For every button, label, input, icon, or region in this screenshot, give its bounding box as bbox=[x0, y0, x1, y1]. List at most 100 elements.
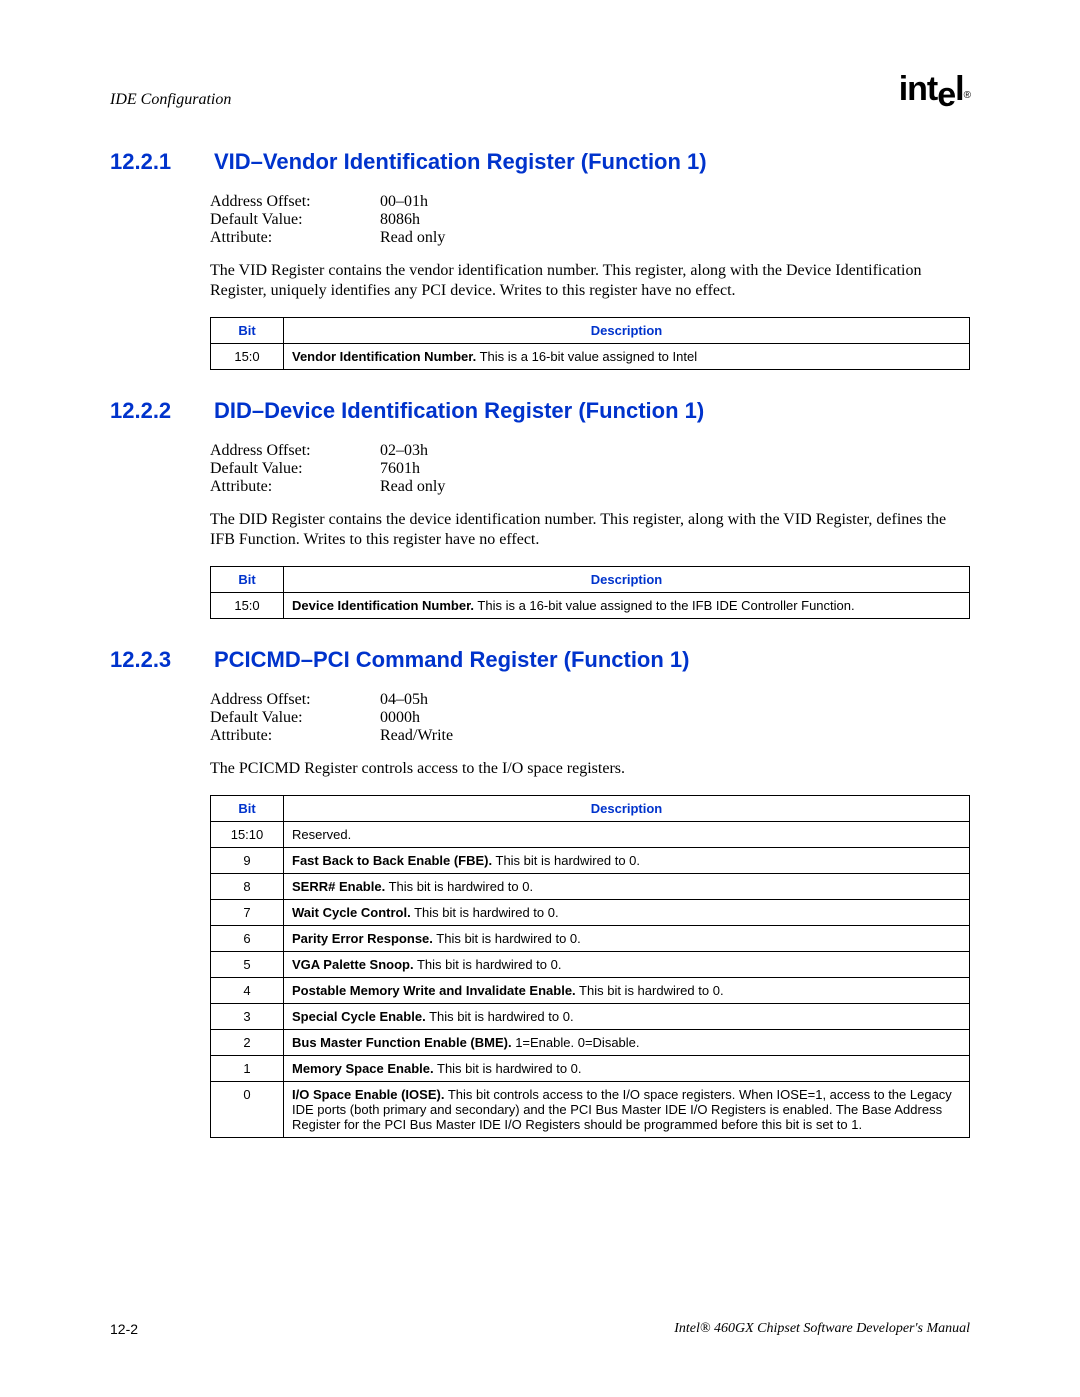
desc-rest: This is a 16-bit value assigned to the I… bbox=[474, 598, 855, 613]
desc-rest: This bit is hardwired to 0. bbox=[385, 879, 533, 894]
desc-rest: This bit is hardwired to 0. bbox=[434, 1061, 582, 1076]
kv-key: Address Offset: bbox=[210, 691, 380, 709]
desc-bold: Postable Memory Write and Invalidate Ena… bbox=[292, 983, 576, 998]
kv-row: Address Offset:04–05h bbox=[210, 691, 970, 709]
desc-bold: Device Identification Number. bbox=[292, 598, 474, 613]
kv-key: Default Value: bbox=[210, 211, 380, 229]
kv-val: 02–03h bbox=[380, 442, 428, 460]
col-bit: Bit bbox=[211, 796, 284, 822]
table-row: 15:10 Reserved. bbox=[211, 822, 970, 848]
kv-val: Read only bbox=[380, 478, 445, 496]
desc-bold: I/O Space Enable (IOSE). bbox=[292, 1087, 444, 1102]
header-title: IDE Configuration bbox=[110, 91, 231, 109]
table-header-row: Bit Description bbox=[211, 796, 970, 822]
desc-bold: Special Cycle Enable. bbox=[292, 1009, 426, 1024]
col-desc: Description bbox=[284, 567, 970, 593]
heading-title: PCICMD–PCI Command Register (Function 1) bbox=[214, 647, 689, 673]
desc-rest: This bit is hardwired to 0. bbox=[433, 931, 581, 946]
table-row: 7Wait Cycle Control. This bit is hardwir… bbox=[211, 900, 970, 926]
desc-rest: This is a 16-bit value assigned to Intel bbox=[476, 349, 697, 364]
kv-val: 8086h bbox=[380, 211, 420, 229]
section-12-2-2: 12.2.2 DID–Device Identification Registe… bbox=[110, 398, 970, 619]
desc-bold: Wait Cycle Control. bbox=[292, 905, 411, 920]
cell-desc: Fast Back to Back Enable (FBE). This bit… bbox=[284, 848, 970, 874]
heading-number: 12.2.2 bbox=[110, 398, 190, 424]
cell-desc: Special Cycle Enable. This bit is hardwi… bbox=[284, 1004, 970, 1030]
desc-bold: Memory Space Enable. bbox=[292, 1061, 434, 1076]
page-header: IDE Configuration intel® bbox=[110, 70, 970, 109]
cell-desc: SERR# Enable. This bit is hardwired to 0… bbox=[284, 874, 970, 900]
cell-bit: 9 bbox=[211, 848, 284, 874]
kv-key: Default Value: bbox=[210, 709, 380, 727]
table-row: 15:0 Vendor Identification Number. This … bbox=[211, 344, 970, 370]
cell-desc: Bus Master Function Enable (BME). 1=Enab… bbox=[284, 1030, 970, 1056]
paragraph: The DID Register contains the device ide… bbox=[210, 510, 970, 550]
desc-rest: This bit is hardwired to 0. bbox=[492, 853, 640, 868]
desc-rest: Reserved. bbox=[292, 827, 351, 842]
cell-bit: 3 bbox=[211, 1004, 284, 1030]
desc-rest: This bit is hardwired to 0. bbox=[414, 957, 562, 972]
desc-bold: Bus Master Function Enable (BME). bbox=[292, 1035, 512, 1050]
desc-bold: VGA Palette Snoop. bbox=[292, 957, 414, 972]
cell-desc: Wait Cycle Control. This bit is hardwire… bbox=[284, 900, 970, 926]
col-bit: Bit bbox=[211, 318, 284, 344]
page: IDE Configuration intel® 12.2.1 VID–Vend… bbox=[0, 0, 1080, 1397]
col-desc: Description bbox=[284, 796, 970, 822]
table-row: 1Memory Space Enable. This bit is hardwi… bbox=[211, 1056, 970, 1082]
cell-desc: Postable Memory Write and Invalidate Ena… bbox=[284, 978, 970, 1004]
desc-rest: This bit is hardwired to 0. bbox=[411, 905, 559, 920]
desc-rest: 1=Enable. 0=Disable. bbox=[512, 1035, 640, 1050]
intel-logo: intel® bbox=[899, 70, 970, 109]
kv-key: Address Offset: bbox=[210, 442, 380, 460]
heading-12-2-3: 12.2.3 PCICMD–PCI Command Register (Func… bbox=[110, 647, 970, 673]
cell-desc: I/O Space Enable (IOSE). This bit contro… bbox=[284, 1082, 970, 1138]
kv-key: Default Value: bbox=[210, 460, 380, 478]
cell-desc: Memory Space Enable. This bit is hardwir… bbox=[284, 1056, 970, 1082]
heading-12-2-2: 12.2.2 DID–Device Identification Registe… bbox=[110, 398, 970, 424]
content: 12.2.1 VID–Vendor Identification Registe… bbox=[110, 149, 970, 1138]
manual-title: Intel® 460GX Chipset Software Developer'… bbox=[674, 1321, 970, 1337]
kv-val: 0000h bbox=[380, 709, 420, 727]
cell-bit: 4 bbox=[211, 978, 284, 1004]
cell-bit: 2 bbox=[211, 1030, 284, 1056]
table-row: 4 Postable Memory Write and Invalidate En… bbox=[211, 978, 970, 1004]
kv-val: 7601h bbox=[380, 460, 420, 478]
kv-row: Address Offset:00–01h bbox=[210, 193, 970, 211]
kv-key: Attribute: bbox=[210, 229, 380, 247]
heading-12-2-1: 12.2.1 VID–Vendor Identification Registe… bbox=[110, 149, 970, 175]
kv-row: Default Value:7601h bbox=[210, 460, 970, 478]
cell-bit: 15:0 bbox=[211, 593, 284, 619]
table-row: 9Fast Back to Back Enable (FBE). This bi… bbox=[211, 848, 970, 874]
heading-number: 12.2.3 bbox=[110, 647, 190, 673]
section-12-2-3: 12.2.3 PCICMD–PCI Command Register (Func… bbox=[110, 647, 970, 1138]
bit-table: Bit Description 15:0 Device Identificati… bbox=[210, 566, 970, 619]
kv-row: Attribute:Read only bbox=[210, 229, 970, 247]
desc-rest: This bit is hardwired to 0. bbox=[576, 983, 724, 998]
kv-block: Address Offset:04–05h Default Value:0000… bbox=[210, 691, 970, 745]
bit-table: Bit Description 15:10 Reserved. 9Fast Bac… bbox=[210, 795, 970, 1138]
kv-row: Address Offset:02–03h bbox=[210, 442, 970, 460]
col-desc: Description bbox=[284, 318, 970, 344]
table-row: 3Special Cycle Enable. This bit is hardw… bbox=[211, 1004, 970, 1030]
cell-bit: 15:0 bbox=[211, 344, 284, 370]
cell-bit: 8 bbox=[211, 874, 284, 900]
kv-block: Address Offset:00–01h Default Value:8086… bbox=[210, 193, 970, 247]
table-header-row: Bit Description bbox=[211, 318, 970, 344]
table-row: 5 VGA Palette Snoop. This bit is hardwire… bbox=[211, 952, 970, 978]
cell-bit: 15:10 bbox=[211, 822, 284, 848]
kv-row: Attribute:Read only bbox=[210, 478, 970, 496]
heading-title: VID–Vendor Identification Register (Func… bbox=[214, 149, 707, 175]
col-bit: Bit bbox=[211, 567, 284, 593]
desc-bold: Vendor Identification Number. bbox=[292, 349, 476, 364]
kv-key: Attribute: bbox=[210, 727, 380, 745]
heading-number: 12.2.1 bbox=[110, 149, 190, 175]
cell-bit: 5 bbox=[211, 952, 284, 978]
paragraph: The PCICMD Register controls access to t… bbox=[210, 759, 970, 779]
section-12-2-1: 12.2.1 VID–Vendor Identification Registe… bbox=[110, 149, 970, 370]
cell-bit: 0 bbox=[211, 1082, 284, 1138]
page-number: 12-2 bbox=[110, 1321, 138, 1337]
table-header-row: Bit Description bbox=[211, 567, 970, 593]
kv-row: Attribute:Read/Write bbox=[210, 727, 970, 745]
kv-val: Read only bbox=[380, 229, 445, 247]
desc-bold: Parity Error Response. bbox=[292, 931, 433, 946]
